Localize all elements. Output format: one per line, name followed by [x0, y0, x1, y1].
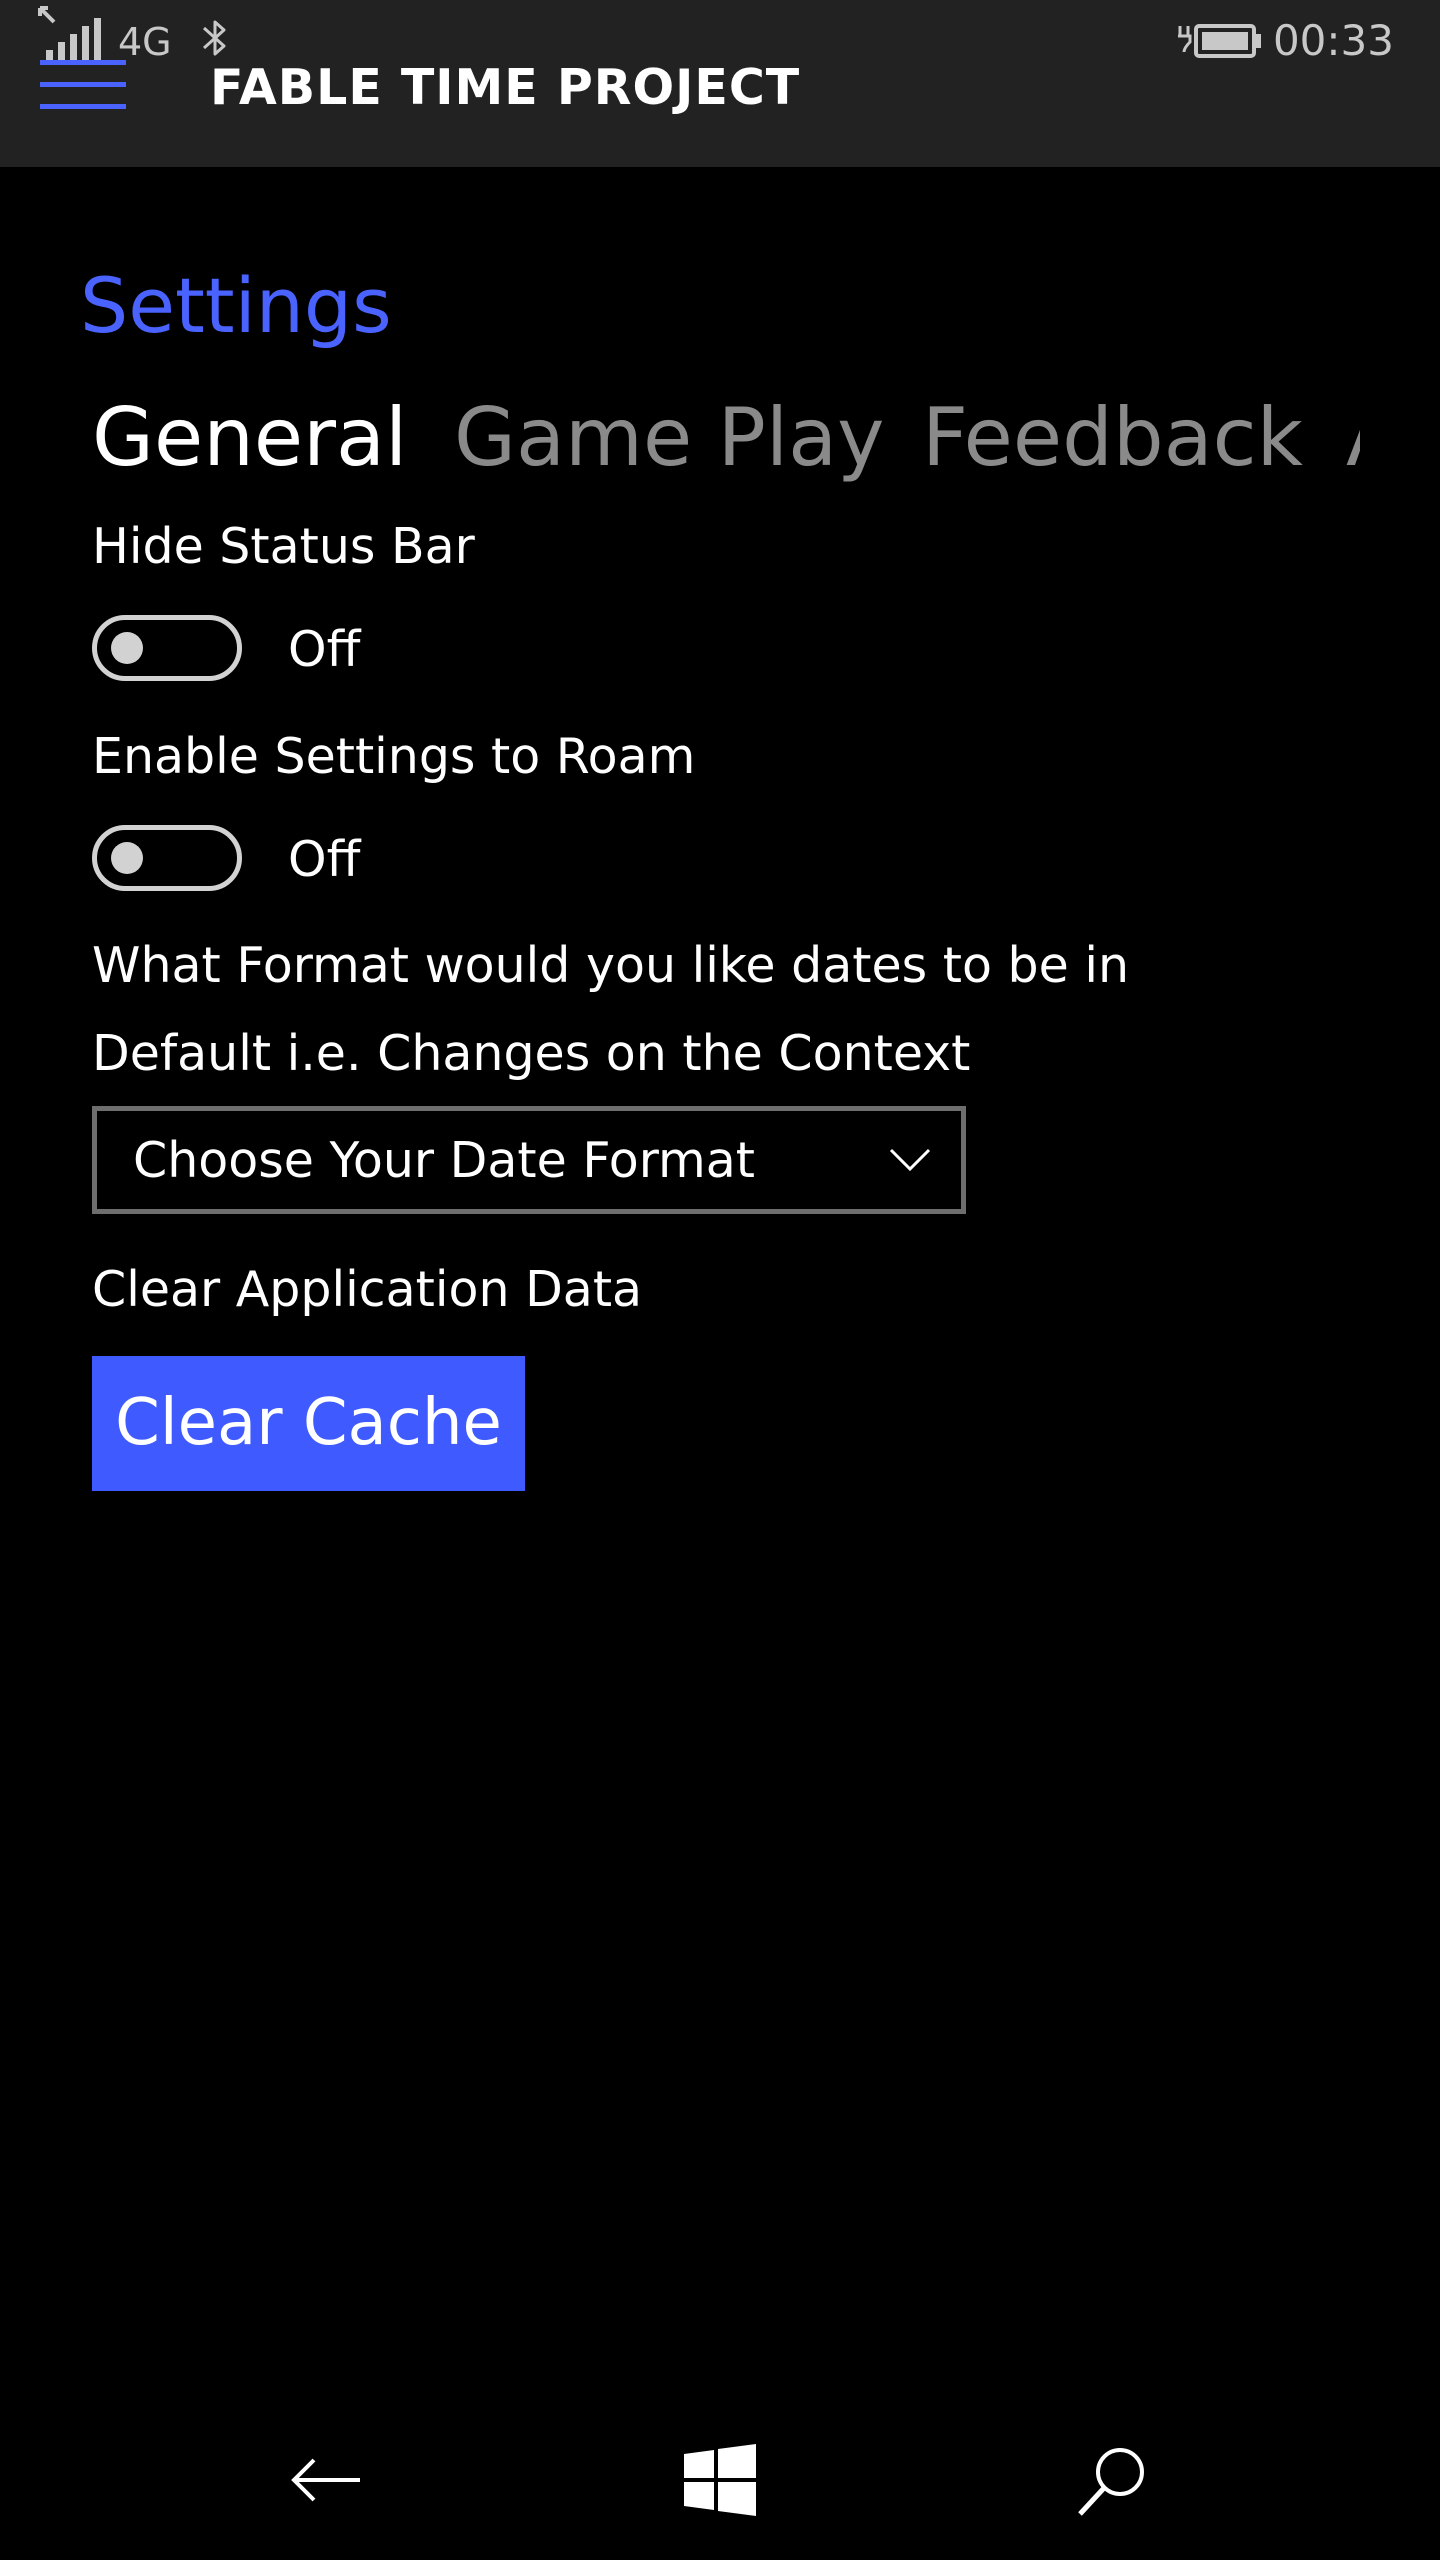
roam-settings-label: Enable Settings to Roam — [92, 728, 696, 785]
hide-status-bar-toggle[interactable] — [92, 615, 242, 681]
hide-status-bar-state: Off — [288, 621, 361, 678]
navigation-bar — [0, 2400, 1440, 2560]
network-type: 4G — [118, 20, 172, 64]
clear-cache-button[interactable]: Clear Cache — [92, 1356, 525, 1491]
date-format-current: Default i.e. Changes on the Context — [92, 1025, 971, 1082]
hamburger-line — [40, 104, 126, 109]
battery-charging-icon — [1178, 24, 1261, 58]
search-icon[interactable] — [1072, 2440, 1152, 2520]
date-format-dropdown[interactable]: Choose Your Date Format — [92, 1106, 966, 1214]
clear-data-label: Clear Application Data — [92, 1261, 643, 1318]
app-title: FABLE TIME PROJECT — [210, 59, 801, 116]
pivot-tabs: General Game Play Feedback A — [0, 388, 1360, 488]
hamburger-line — [40, 82, 126, 87]
roam-settings-state: Off — [288, 831, 361, 888]
clock: 00:33 — [1272, 16, 1394, 65]
tab-feedback[interactable]: Feedback — [922, 388, 1303, 488]
page-title: Settings — [80, 261, 392, 350]
hamburger-icon — [40, 60, 126, 65]
tab-next[interactable]: A — [1346, 388, 1360, 488]
bluetooth-icon — [202, 20, 226, 56]
app-bar: 4G 00:33 FABLE TIME PROJECT — [0, 0, 1440, 167]
toggle-knob — [111, 842, 143, 874]
date-format-placeholder: Choose Your Date Format — [133, 1132, 756, 1189]
hamburger-menu-button[interactable] — [40, 60, 126, 116]
signal-icon — [38, 6, 101, 60]
roam-settings-toggle[interactable] — [92, 825, 242, 891]
windows-logo-icon[interactable] — [680, 2440, 760, 2520]
back-arrow-icon[interactable] — [288, 2440, 368, 2520]
date-format-question: What Format would you like dates to be i… — [92, 937, 1130, 994]
toggle-knob — [111, 632, 143, 664]
tab-general[interactable]: General — [92, 388, 407, 488]
hide-status-bar-label: Hide Status Bar — [92, 518, 475, 575]
tab-game-play[interactable]: Game Play — [454, 388, 884, 488]
chevron-down-icon — [889, 1148, 931, 1172]
